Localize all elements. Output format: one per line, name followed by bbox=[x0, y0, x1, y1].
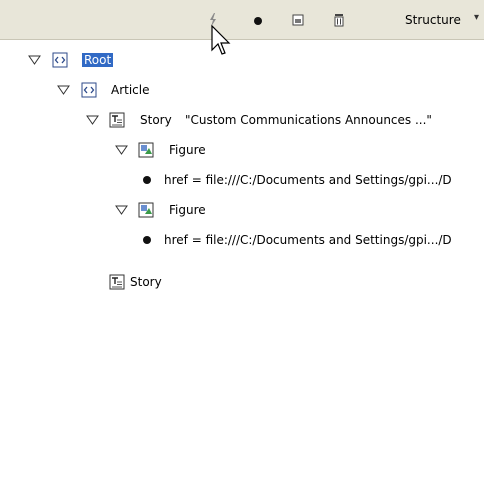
expand-triangle-icon[interactable] bbox=[115, 204, 128, 216]
node-label-story[interactable]: Story bbox=[130, 275, 162, 289]
chevron-down-icon[interactable]: ▾ bbox=[474, 12, 479, 23]
tree-node-attribute-href[interactable]: href = file:///C:/Documents and Settings… bbox=[143, 232, 484, 250]
node-label-figure[interactable]: Figure bbox=[169, 203, 206, 217]
attribute-text[interactable]: href = file:///C:/Documents and Settings… bbox=[164, 233, 452, 247]
new-element-icon[interactable] bbox=[290, 12, 306, 28]
tree-node-attribute-href[interactable]: href = file:///C:/Documents and Settings… bbox=[143, 172, 484, 190]
element-tag-icon bbox=[52, 52, 68, 68]
node-label-story[interactable]: Story bbox=[140, 113, 172, 127]
expand-triangle-icon[interactable] bbox=[28, 54, 41, 66]
element-tag-icon bbox=[81, 82, 97, 98]
story-text-icon bbox=[109, 112, 125, 128]
attribute-dot-icon bbox=[143, 236, 151, 244]
figure-graphic-icon bbox=[138, 142, 154, 158]
node-label-root[interactable]: Root bbox=[82, 53, 114, 67]
expand-triangle-icon[interactable] bbox=[115, 144, 128, 156]
expand-triangle-icon[interactable] bbox=[57, 84, 70, 96]
attribute-dot-icon bbox=[143, 176, 151, 184]
tree-node-story[interactable]: Story "Custom Communications Announces .… bbox=[86, 112, 476, 130]
figure-graphic-icon bbox=[138, 202, 154, 218]
node-label-figure[interactable]: Figure bbox=[169, 143, 206, 157]
expand-triangle-icon[interactable] bbox=[86, 114, 99, 126]
add-attribute-dot-icon[interactable] bbox=[250, 12, 266, 28]
node-label-article[interactable]: Article bbox=[111, 83, 150, 97]
story-text-icon bbox=[109, 274, 125, 290]
attribute-text[interactable]: href = file:///C:/Documents and Settings… bbox=[164, 173, 452, 187]
structure-toolbar: Structure ▾ bbox=[0, 0, 484, 40]
trash-icon[interactable] bbox=[331, 12, 347, 28]
structure-tree: Root Article Story "Custom Communication… bbox=[0, 40, 484, 500]
structure-view-label[interactable]: Structure bbox=[405, 13, 461, 27]
story-content-preview: "Custom Communications Announces ..." bbox=[185, 113, 432, 127]
